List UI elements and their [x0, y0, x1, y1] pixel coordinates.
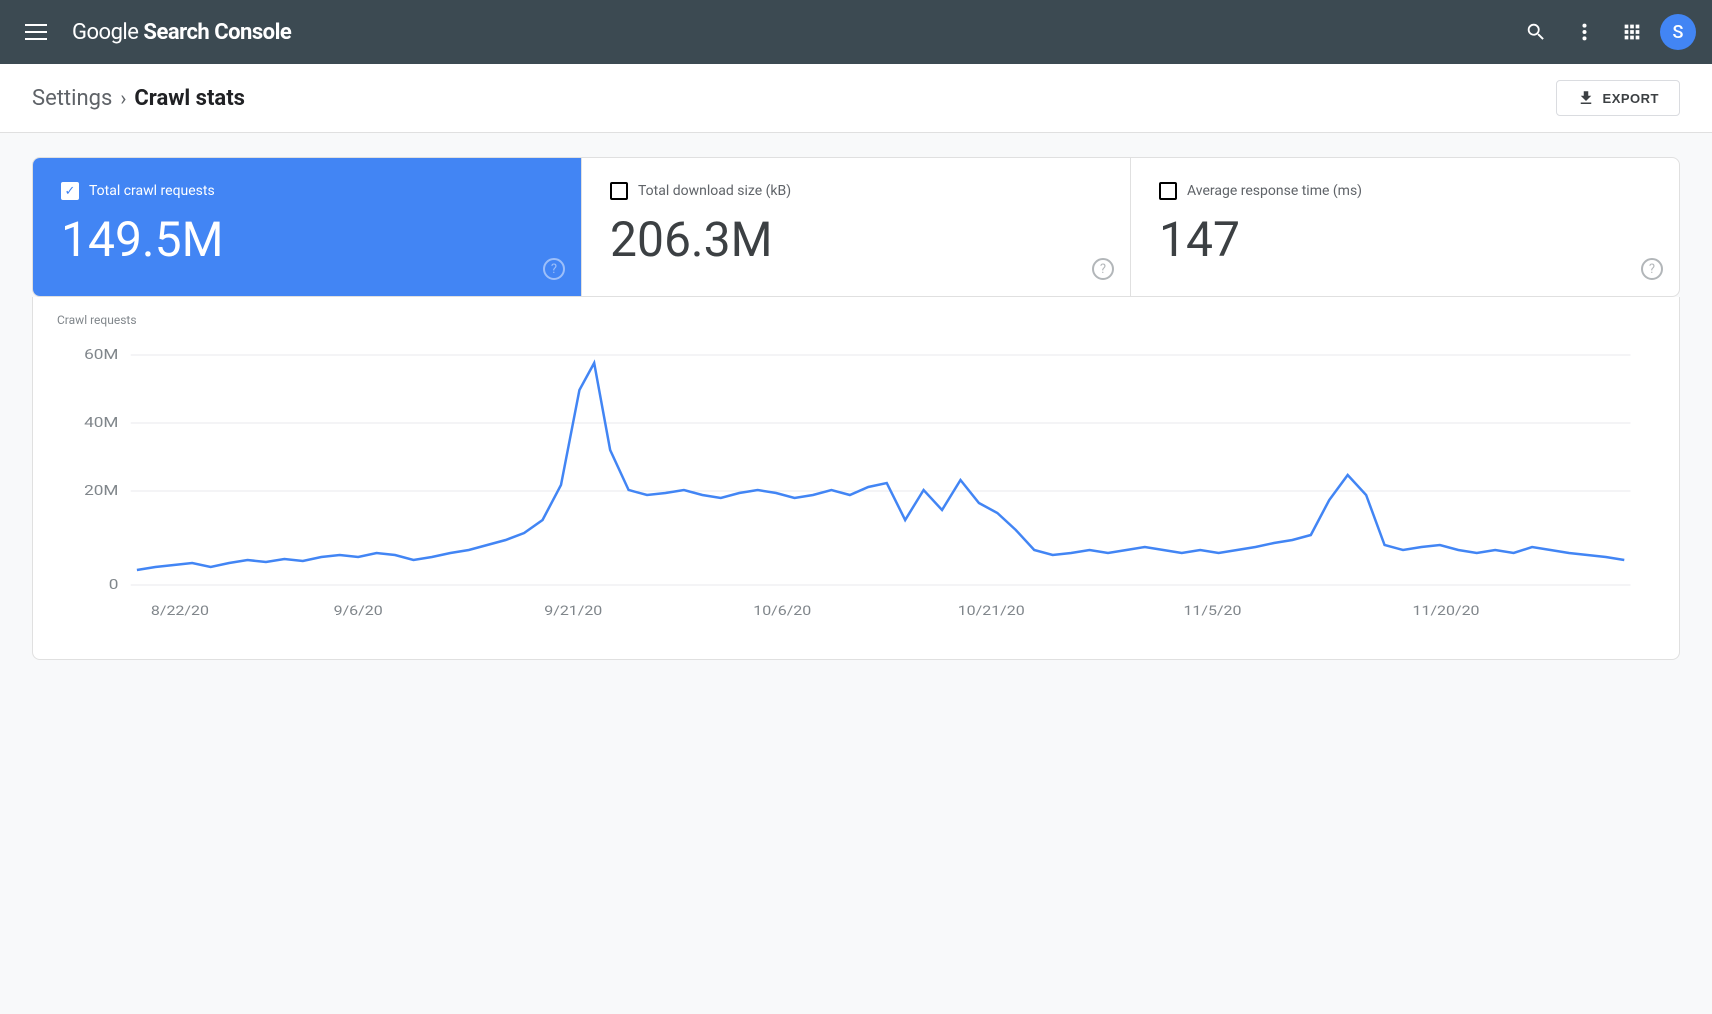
crawl-requests-chart: 60M 40M 20M 0 8/22/20 9/6/20 9/21/20 10/…: [57, 335, 1655, 635]
stat-label-crawl-requests: Total crawl requests: [89, 183, 215, 199]
checkbox-download-size[interactable]: [610, 182, 628, 200]
stat-value-crawl-requests: 149.5M: [61, 216, 553, 264]
stat-label-download-size: Total download size (kB): [638, 183, 791, 199]
stat-label-response-time: Average response time (ms): [1187, 183, 1362, 199]
stat-card-header-response: Average response time (ms): [1159, 182, 1651, 200]
search-icon: [1525, 21, 1547, 43]
stat-card-header-download: Total download size (kB): [610, 182, 1102, 200]
chart-y-label: Crawl requests: [57, 313, 1655, 327]
svg-text:10/6/20: 10/6/20: [753, 603, 811, 619]
export-icon: [1577, 89, 1595, 107]
app-title: Google Search Console: [72, 20, 291, 45]
help-icon-crawl[interactable]: ?: [543, 258, 565, 280]
apps-icon: [1621, 21, 1643, 43]
stat-card-header-crawl: ✓ Total crawl requests: [61, 182, 553, 200]
svg-text:11/5/20: 11/5/20: [1183, 603, 1241, 619]
stat-card-total-download-size[interactable]: Total download size (kB) 206.3M ?: [582, 158, 1131, 296]
stat-card-avg-response-time[interactable]: Average response time (ms) 147 ?: [1131, 158, 1679, 296]
header-right: S: [1516, 12, 1696, 52]
stat-value-download-size: 206.3M: [610, 216, 1102, 264]
svg-text:20M: 20M: [84, 482, 118, 499]
search-button[interactable]: [1516, 12, 1556, 52]
more-options-icon: [1582, 21, 1587, 43]
menu-button[interactable]: [16, 12, 56, 52]
stat-value-response-time: 147: [1159, 216, 1651, 264]
export-button[interactable]: EXPORT: [1556, 80, 1680, 116]
svg-text:11/20/20: 11/20/20: [1413, 603, 1480, 619]
svg-text:9/6/20: 9/6/20: [334, 603, 383, 619]
checkbox-response-time[interactable]: [1159, 182, 1177, 200]
svg-text:9/21/20: 9/21/20: [544, 603, 602, 619]
svg-text:10/21/20: 10/21/20: [958, 603, 1025, 619]
stat-card-total-crawl-requests[interactable]: ✓ Total crawl requests 149.5M ?: [33, 158, 582, 296]
chart-container: Crawl requests 60M 40M 20M 0 8/22/20 9/6…: [32, 297, 1680, 660]
breadcrumb-current: Crawl stats: [134, 86, 245, 111]
breadcrumb-bar: Settings › Crawl stats EXPORT: [0, 64, 1712, 133]
svg-text:0: 0: [109, 576, 119, 593]
breadcrumb-settings[interactable]: Settings: [32, 86, 112, 111]
breadcrumb: Settings › Crawl stats: [32, 86, 245, 111]
help-icon-download[interactable]: ?: [1092, 258, 1114, 280]
hamburger-icon: [17, 16, 55, 48]
help-icon-response[interactable]: ?: [1641, 258, 1663, 280]
checkbox-crawl-requests[interactable]: ✓: [61, 182, 79, 200]
avatar[interactable]: S: [1660, 14, 1696, 50]
chart-wrap: 60M 40M 20M 0 8/22/20 9/6/20 9/21/20 10/…: [57, 335, 1655, 635]
header-left: Google Search Console: [16, 12, 1516, 52]
stats-cards: ✓ Total crawl requests 149.5M ? Total do…: [32, 157, 1680, 297]
svg-text:60M: 60M: [84, 346, 118, 363]
checkmark-icon: ✓: [65, 185, 76, 198]
more-options-button[interactable]: [1564, 12, 1604, 52]
apps-button[interactable]: [1612, 12, 1652, 52]
svg-text:8/22/20: 8/22/20: [151, 603, 209, 619]
header: Google Search Console S: [0, 0, 1712, 64]
breadcrumb-separator: ›: [120, 86, 126, 110]
svg-text:40M: 40M: [84, 414, 118, 431]
main-content: ✓ Total crawl requests 149.5M ? Total do…: [0, 133, 1712, 684]
